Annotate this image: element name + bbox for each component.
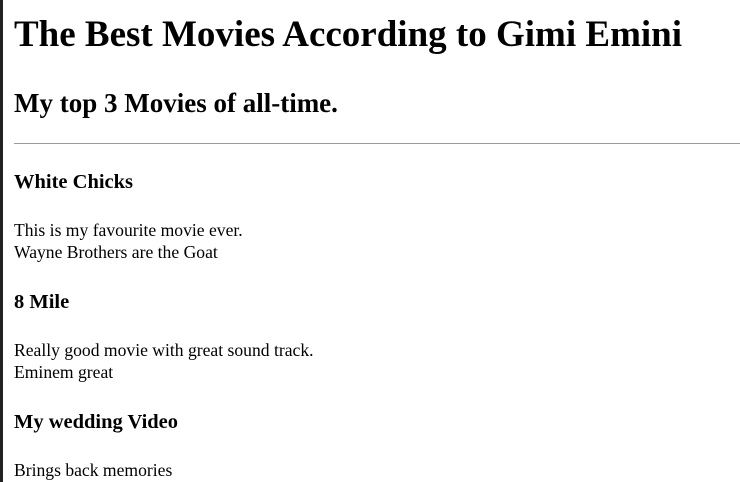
movie-description: This is my favourite movie ever. Wayne Br… (14, 219, 243, 263)
description-line: This is my favourite movie ever. (14, 220, 243, 240)
divider (14, 143, 740, 144)
description-line: Wayne Brothers are the Goat (14, 242, 218, 262)
movie-description: Brings back memories (14, 459, 172, 481)
window-edge (0, 0, 3, 482)
description-line: Brings back memories (14, 460, 173, 480)
movie-description: Really good movie with great sound track… (14, 339, 314, 383)
movie-title: My wedding Video (14, 411, 179, 433)
movie-title: 8 Mile (14, 291, 70, 313)
page-title: The Best Movies According to Gimi Emini (14, 14, 683, 55)
page-subtitle: My top 3 Movies of all-time. (14, 88, 338, 118)
description-line: Really good movie with great sound track… (14, 340, 314, 360)
movie-title: White Chicks (14, 171, 134, 193)
description-line: Eminem great (14, 362, 114, 382)
